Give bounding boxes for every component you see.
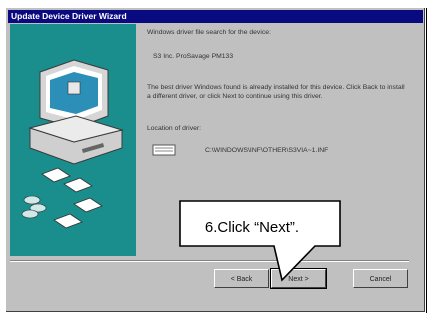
callout-bubble — [179, 200, 341, 282]
callout-text: 6.Click “Next”. — [204, 219, 300, 236]
